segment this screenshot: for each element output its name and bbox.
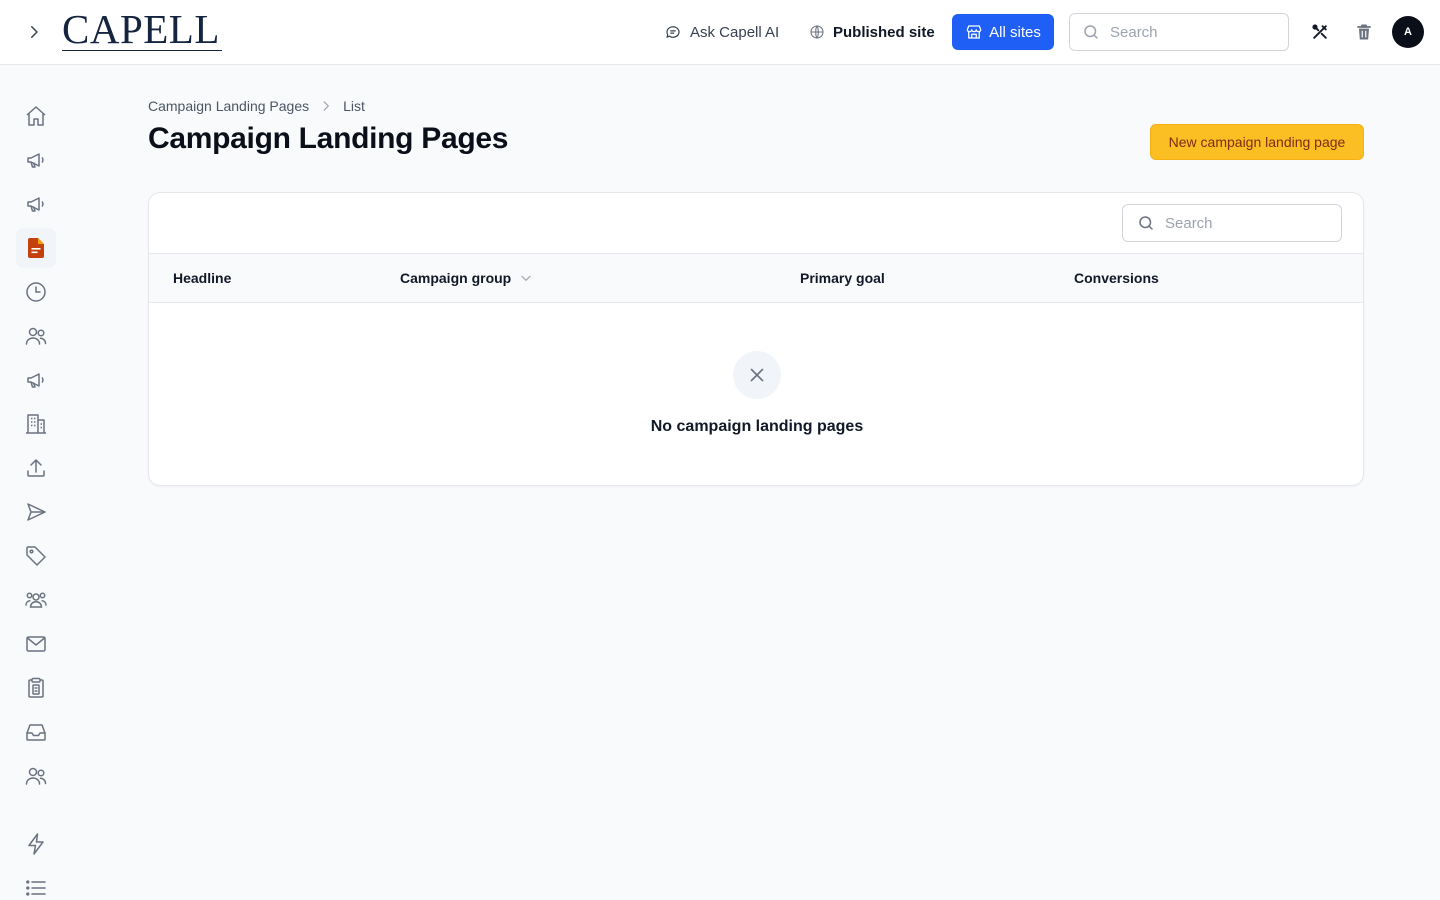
building-icon xyxy=(26,414,46,434)
bolt-icon xyxy=(28,833,44,855)
new-campaign-landing-page-button[interactable]: New campaign landing page xyxy=(1150,124,1364,160)
breadcrumb: Campaign Landing Pages List xyxy=(148,96,365,116)
table-header: Headline Campaign group Primary goal Con… xyxy=(149,254,1363,303)
send-icon xyxy=(27,503,46,521)
storefront-icon xyxy=(966,25,982,39)
column-header-campaign-group[interactable]: Campaign group xyxy=(400,270,533,286)
sidebar-item-inbox[interactable] xyxy=(16,712,56,752)
column-header-primary-goal[interactable]: Primary goal xyxy=(800,270,885,286)
tag-icon xyxy=(26,546,46,566)
megaphone-icon xyxy=(27,373,44,388)
sidebar-item-users[interactable] xyxy=(16,316,56,356)
sidebar-item-landing-pages[interactable] xyxy=(16,228,56,268)
table-search-input[interactable] xyxy=(1165,214,1325,232)
breadcrumb-current: List xyxy=(343,98,365,114)
sidebar-item-list[interactable] xyxy=(16,868,56,900)
landing-pages-table-card: Headline Campaign group Primary goal Con… xyxy=(148,192,1364,486)
breadcrumb-parent-link[interactable]: Campaign Landing Pages xyxy=(148,98,309,114)
sidebar-item-home[interactable] xyxy=(16,96,56,136)
global-search[interactable] xyxy=(1069,13,1289,51)
chevron-down-icon xyxy=(521,275,531,281)
user-group-icon xyxy=(25,592,47,608)
column-header-headline[interactable]: Headline xyxy=(173,270,231,286)
top-bar: CAPELL Ask Capell AI Published site All … xyxy=(0,0,1440,65)
table-toolbar xyxy=(149,193,1363,254)
all-sites-label: All sites xyxy=(989,23,1041,41)
user-avatar[interactable]: A xyxy=(1392,16,1424,48)
all-sites-button[interactable]: All sites xyxy=(952,14,1054,50)
globe-icon xyxy=(810,25,824,39)
global-search-input[interactable] xyxy=(1110,23,1270,41)
clipboard-icon xyxy=(28,677,44,698)
mail-icon xyxy=(26,636,46,652)
home-icon xyxy=(26,106,46,126)
sidebar-item-announcements[interactable] xyxy=(16,184,56,224)
sidebar-item-tags[interactable] xyxy=(16,536,56,576)
expand-sidebar-button[interactable] xyxy=(20,18,48,46)
sidebar-item-automations[interactable] xyxy=(16,824,56,864)
users-icon xyxy=(25,767,47,785)
ask-ai-label: Ask Capell AI xyxy=(690,23,780,41)
logo-underline xyxy=(62,50,222,51)
sidebar-item-promotions[interactable] xyxy=(16,360,56,400)
sidebar-item-uploads[interactable] xyxy=(16,448,56,488)
search-icon xyxy=(1139,216,1153,230)
inbox-icon xyxy=(26,724,46,741)
column-header-label: Campaign group xyxy=(400,270,512,286)
chevron-right-icon xyxy=(31,26,38,38)
logo-text: CAPELL xyxy=(62,6,220,52)
sidebar-item-campaigns[interactable] xyxy=(16,140,56,180)
megaphone-icon xyxy=(27,197,44,212)
clock-icon xyxy=(26,282,46,302)
column-header-label: Conversions xyxy=(1074,270,1159,286)
sidebar-item-organizations[interactable] xyxy=(16,404,56,444)
table-search[interactable] xyxy=(1122,204,1342,242)
sidebar-item-history[interactable] xyxy=(16,272,56,312)
published-site-label: Published site xyxy=(833,23,935,41)
sidebar-item-mail[interactable] xyxy=(16,624,56,664)
upload-icon xyxy=(27,459,45,477)
list-icon xyxy=(26,880,46,896)
close-icon xyxy=(750,368,764,382)
sidebar-item-send[interactable] xyxy=(16,492,56,532)
empty-state-icon xyxy=(733,351,781,399)
column-header-label: Primary goal xyxy=(800,270,885,286)
megaphone-icon xyxy=(27,153,44,168)
trash-button[interactable] xyxy=(1352,20,1376,44)
trash-icon xyxy=(1357,24,1371,40)
empty-state-message: No campaign landing pages xyxy=(650,418,864,435)
capell-logo[interactable]: CAPELL xyxy=(62,6,222,54)
column-header-label: Headline xyxy=(173,270,232,286)
sidebar-item-members[interactable] xyxy=(16,756,56,796)
search-icon xyxy=(1084,25,1098,39)
published-site-link[interactable]: Published site xyxy=(809,20,935,44)
column-header-conversions[interactable]: Conversions xyxy=(1074,270,1159,286)
chat-bubble-icon xyxy=(666,26,680,38)
ask-ai-button[interactable]: Ask Capell AI xyxy=(664,20,779,44)
sidebar-item-teams[interactable] xyxy=(16,580,56,620)
page-title: Campaign Landing Pages xyxy=(148,122,509,155)
document-icon xyxy=(28,238,44,258)
sidebar-item-forms[interactable] xyxy=(16,668,56,708)
tools-button[interactable] xyxy=(1308,20,1332,44)
users-icon xyxy=(25,327,47,345)
wrench-screwdriver-icon xyxy=(1312,24,1327,39)
chevron-right-icon xyxy=(323,101,330,111)
sidebar xyxy=(0,65,72,900)
